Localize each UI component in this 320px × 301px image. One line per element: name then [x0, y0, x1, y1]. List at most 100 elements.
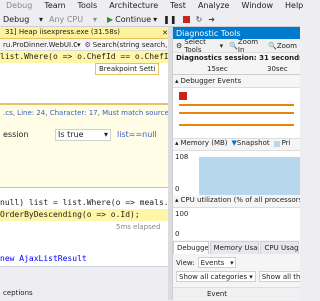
- collapse-icon: ▴: [175, 77, 179, 85]
- menu-test[interactable]: Test: [164, 0, 192, 12]
- debugger-events-track[interactable]: [173, 87, 300, 139]
- play-icon: ▶: [107, 14, 114, 24]
- config-value: Debug: [3, 14, 30, 24]
- toolbar: Debug ▾ Any CPU ▾ ▶ Continue ▾ ❚❚ ↻ ➜: [0, 12, 300, 27]
- pause-button[interactable]: ❚❚: [160, 13, 179, 25]
- debugger-events-title: Debugger Events: [180, 77, 242, 85]
- condition-row[interactable]: ession Is true ▾ list==null: [3, 128, 169, 141]
- zoom-out-button[interactable]: 🔍 Zoom: [265, 42, 300, 50]
- solution-config-dropdown[interactable]: Debug ▾: [0, 13, 46, 25]
- cpu-header[interactable]: ▴ CPU utilization (% of all processors): [173, 195, 300, 206]
- threads-filter-dropdown[interactable]: Show all threads ▾: [258, 271, 300, 282]
- diagnostic-toolbar: ⚙ Select Tools ▾ 🔍 Zoom In 🔍 Zoom: [173, 38, 300, 54]
- platform-dropdown[interactable]: Any CPU ▾: [46, 13, 100, 25]
- continue-button[interactable]: ▶ Continue ▾: [104, 13, 160, 25]
- select-tools-button[interactable]: ⚙ Select Tools ▾: [173, 38, 226, 54]
- chevron-down-icon: ▾: [249, 272, 253, 281]
- memory-title: Memory (MB): [180, 139, 228, 147]
- exceptions-title: ceptions: [3, 289, 33, 297]
- exception-settings-panel: ceptions: [0, 266, 172, 301]
- menu-bar: Debug Team Tools Architecture Test Analy…: [0, 0, 303, 12]
- timeline-ruler[interactable]: 15sec 30sec: [173, 64, 300, 75]
- member-label: Search(string search, int?: [92, 40, 172, 49]
- menu-architecture[interactable]: Architecture: [103, 0, 164, 12]
- threads-filter-label: Show all threads: [261, 272, 300, 281]
- menu-team[interactable]: Team: [38, 0, 71, 12]
- editor-scrollbar[interactable]: [168, 27, 172, 300]
- code-text: list.Where(o => o.ChefId == o.ChefId);: [0, 52, 172, 61]
- memory-min-label: 0: [175, 185, 180, 193]
- arrow-right-icon: ➜: [208, 14, 215, 24]
- tab-cpu-usage[interactable]: CPU Usage: [260, 240, 299, 254]
- code-line[interactable]: new AjaxListResult: [0, 253, 172, 265]
- menu-analyze[interactable]: Analyze: [192, 0, 236, 12]
- pause-icon: ❚❚: [163, 14, 177, 24]
- cpu-min-label: 0: [175, 230, 180, 238]
- view-label: View:: [176, 258, 195, 267]
- menu-debug[interactable]: Debug: [0, 0, 38, 12]
- menu-tools[interactable]: Tools: [71, 0, 103, 12]
- perf-tip: 5ms elapsed: [116, 223, 161, 231]
- code-text: OrderByDescending(o => o.Id);: [0, 210, 140, 219]
- menu-help[interactable]: Help: [279, 0, 309, 12]
- event-bar: [179, 112, 294, 114]
- stop-button[interactable]: [180, 13, 193, 25]
- tick-label: 30sec: [267, 65, 288, 73]
- memory-area: [199, 157, 300, 195]
- diagnostic-tools-window: Diagnostic Tools ⚙ Select Tools ▾ 🔍 Zoom…: [173, 27, 300, 300]
- chevron-down-icon: ▾: [76, 40, 81, 49]
- breakpoint-settings-panel: .cs, Line: 24, Character: 17, Must match…: [0, 103, 172, 188]
- filters-row: Show all categories ▾ Show all threads ▾: [176, 271, 300, 282]
- diagnostic-tabs: Debugger Memory Usage CPU Usage: [173, 240, 300, 254]
- editor-tab-label: 31] Heap iisexpress.exe (31.58s): [5, 28, 121, 36]
- tab-memory-usage[interactable]: Memory Usage: [209, 240, 260, 254]
- cpu-graph[interactable]: 100 0: [173, 207, 300, 240]
- member-dropdown[interactable]: ⚙ Search(string search, int?: [84, 41, 172, 49]
- memory-header[interactable]: ▴ Memory (MB) ▼ Snapshot Pri: [173, 138, 300, 149]
- debugger-events-header[interactable]: ▴ Debugger Events: [173, 76, 300, 87]
- cpu-title: CPU utilization (% of all processors): [180, 196, 300, 204]
- menu-window[interactable]: Window: [235, 0, 279, 12]
- snapshot-label: Snapshot: [236, 139, 270, 147]
- event-bar: [179, 124, 294, 126]
- view-dropdown[interactable]: Events ▾: [197, 257, 236, 268]
- memory-graph[interactable]: 108 0: [173, 150, 300, 195]
- session-summary: Diagnostics session: 31 seconds (31.627 …: [176, 54, 300, 62]
- restart-button[interactable]: ↻: [193, 13, 206, 25]
- diagnostic-tools-title: Diagnostic Tools: [176, 28, 241, 38]
- chevron-down-icon: ▾: [103, 130, 108, 139]
- chevron-down-icon: ▾: [92, 14, 97, 24]
- code-text: new AjaxListResult: [0, 254, 87, 263]
- break-event-marker[interactable]: [179, 92, 187, 100]
- collapse-icon: ▴: [175, 196, 179, 204]
- condition-dropdown[interactable]: Is true ▾: [55, 128, 111, 141]
- private-swatch: [273, 140, 280, 147]
- code-text: null) list = list.Where(o => meals.All(m: [0, 198, 172, 207]
- code-line[interactable]: null) list = list.Where(o => meals.All(m: [0, 197, 172, 209]
- type-dropdown[interactable]: ru.ProDinner.WebUI.Cr: [0, 41, 77, 49]
- restart-icon: ↻: [195, 14, 203, 24]
- show-next-statement-button[interactable]: ➜: [205, 13, 218, 25]
- continue-label: Continue: [115, 14, 152, 24]
- view-dropdown-value: Events: [200, 258, 225, 267]
- breakpoint-label: Breakpoint Setti: [99, 65, 156, 73]
- condition-type: ession: [3, 130, 29, 139]
- chevron-down-icon: ▾: [38, 14, 43, 24]
- condition-expression[interactable]: list==null: [117, 130, 157, 139]
- chevron-down-icon: ▾: [219, 41, 224, 50]
- memory-max-label: 108: [175, 153, 189, 161]
- event-column-header[interactable]: Event: [207, 290, 227, 298]
- select-tools-label: Select Tools: [184, 37, 206, 54]
- cpu-max-label: 100: [175, 210, 189, 218]
- categories-filter-dropdown[interactable]: Show all categories ▾: [176, 271, 256, 282]
- zoom-out-label: Zoom: [276, 41, 297, 50]
- events-table-header: Event: [173, 287, 300, 299]
- editor-tab[interactable]: 31] Heap iisexpress.exe (31.58s) ✕: [0, 27, 172, 39]
- private-label: Pri: [281, 139, 291, 147]
- tab-debugger[interactable]: Debugger: [173, 240, 209, 254]
- location-text: .cs, Line: 24, Character: 17, Must match…: [3, 109, 169, 117]
- breakpoint-settings-popup[interactable]: Breakpoint Setti: [95, 63, 160, 75]
- code-line-current[interactable]: OrderByDescending(o => o.Id);: [0, 209, 172, 221]
- zoom-in-button[interactable]: 🔍 Zoom In: [226, 38, 265, 54]
- code-line-current[interactable]: list.Where(o => o.ChefId == o.ChefId);: [0, 51, 172, 63]
